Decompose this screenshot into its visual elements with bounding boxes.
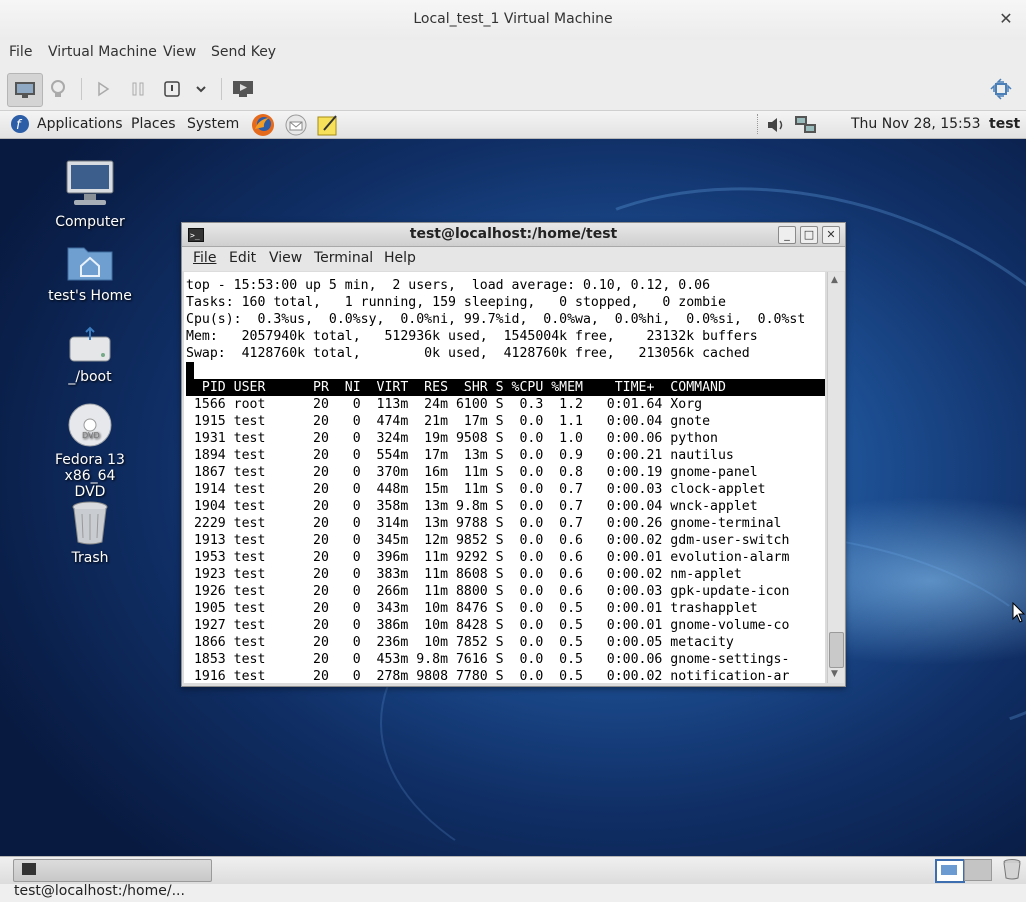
vm-window-title: Local_test_1 Virtual Machine [413, 11, 613, 27]
pause-icon [132, 82, 144, 96]
terminal-menu-view[interactable]: View [269, 250, 302, 266]
notes-launcher-icon[interactable] [316, 113, 340, 141]
firefox-launcher-icon[interactable] [251, 113, 275, 141]
terminal-icon [22, 863, 36, 875]
vm-menu-virtual-machine[interactable]: Virtual Machine [48, 44, 157, 60]
places-menu[interactable]: Places [131, 116, 176, 132]
chevron-down-icon [196, 86, 206, 93]
desktop-icon-label: Fedora 13 x86_64 DVD [55, 452, 125, 500]
drive-icon [69, 326, 111, 362]
trash-applet-icon[interactable] [1002, 858, 1022, 884]
fullscreen-icon [990, 78, 1012, 100]
menu-label: Help [384, 250, 416, 266]
scrollbar-thumb[interactable] [829, 632, 844, 668]
applications-menu[interactable]: Applications [37, 116, 123, 132]
desktop-icon-home[interactable]: test's Home [35, 240, 145, 304]
workspace-2[interactable] [964, 859, 992, 881]
process-table-rows: 1566 root 20 0 113m 24m 6100 S 0.3 1.2 0… [193, 397, 790, 683]
menu-label: Edit [229, 250, 257, 266]
power-icon [164, 81, 180, 97]
desktop-icon-label: _/boot [68, 369, 112, 385]
fullscreen-button[interactable] [984, 73, 1018, 105]
dvd-disc-icon: DVD [68, 403, 112, 447]
terminal-menu-edit[interactable]: Edit [229, 250, 256, 266]
panel-separator [757, 114, 759, 134]
panel-user[interactable]: test [989, 116, 1020, 132]
snapshot-button[interactable] [226, 73, 260, 105]
terminal-window[interactable]: >_ test@localhost:/home/test _ □ ✕ File … [181, 222, 846, 687]
maximize-button[interactable]: □ [800, 226, 818, 244]
desktop-icon-label: Trash [71, 550, 109, 566]
terminal-title: test@localhost:/home/test [409, 226, 618, 242]
desktop-icon-dvd[interactable]: DVD Fedora 13 x86_64 DVD [35, 402, 145, 500]
desktop-icon-label: test's Home [48, 288, 132, 304]
panel-clock[interactable]: Thu Nov 28, 15:53 [851, 116, 981, 132]
vm-menu-view[interactable]: View [163, 44, 196, 60]
process-table-header: PID USER PR NI VIRT RES SHR S %CPU %MEM … [186, 379, 825, 396]
vm-menu-send-key[interactable]: Send Key [211, 44, 276, 60]
mail-launcher-icon[interactable] [284, 113, 308, 141]
menu-label: File [193, 250, 217, 266]
monitor-icon [15, 82, 35, 98]
top-summary: top - 15:53:00 up 5 min, 2 users, load a… [186, 278, 806, 361]
network-icon[interactable] [794, 114, 818, 140]
workspace-1[interactable] [935, 859, 965, 883]
vm-menu-file[interactable]: File [9, 44, 32, 60]
minimize-button[interactable]: _ [778, 226, 796, 244]
desktop-icon-trash[interactable]: Trash [35, 500, 145, 566]
terminal-menu-file[interactable]: File [193, 250, 216, 266]
system-menu[interactable]: System [187, 116, 239, 132]
menu-label: View [269, 250, 303, 266]
terminal-cursor [186, 362, 194, 379]
home-folder-icon [67, 247, 113, 281]
svg-text:DVD: DVD [82, 431, 100, 440]
terminal-menu-terminal[interactable]: Terminal [314, 250, 373, 266]
pause-button[interactable] [121, 73, 155, 105]
terminal-scrollbar[interactable]: ▲ ▼ [827, 272, 844, 683]
desktop-icon-computer[interactable]: Computer [35, 158, 145, 230]
shutdown-menu-button[interactable] [187, 73, 215, 105]
mouse-pointer-icon [1012, 601, 1026, 628]
screen-snapshot-icon [233, 81, 253, 97]
menu-label: Terminal [314, 250, 374, 266]
trash-icon [72, 501, 108, 545]
desktop-icon-label: Computer [55, 214, 125, 230]
terminal-output[interactable]: top - 15:53:00 up 5 min, 2 users, load a… [184, 272, 825, 683]
taskbar-window-label: test@localhost:/home/... [14, 883, 185, 899]
run-button[interactable] [86, 73, 120, 105]
console-view-button[interactable] [7, 73, 43, 107]
toolbar-separator [221, 78, 222, 100]
scroll-down-icon[interactable]: ▼ [831, 669, 838, 679]
fedora-logo-icon: f [10, 114, 30, 138]
terminal-menu-help[interactable]: Help [384, 250, 416, 266]
volume-icon[interactable] [766, 115, 786, 139]
play-icon [98, 81, 110, 97]
close-button[interactable]: ✕ [822, 226, 840, 244]
details-view-button[interactable] [41, 73, 75, 105]
toolbar-separator [81, 78, 82, 100]
scroll-up-icon[interactable]: ▲ [831, 275, 838, 285]
shutdown-button[interactable] [155, 73, 189, 105]
lightbulb-icon [51, 80, 65, 97]
computer-icon [66, 160, 114, 205]
taskbar-window-button[interactable]: test@localhost:/home/... [13, 859, 212, 899]
vm-close-button[interactable]: ✕ [996, 9, 1016, 29]
desktop-icon-boot[interactable]: _/boot [35, 325, 145, 385]
